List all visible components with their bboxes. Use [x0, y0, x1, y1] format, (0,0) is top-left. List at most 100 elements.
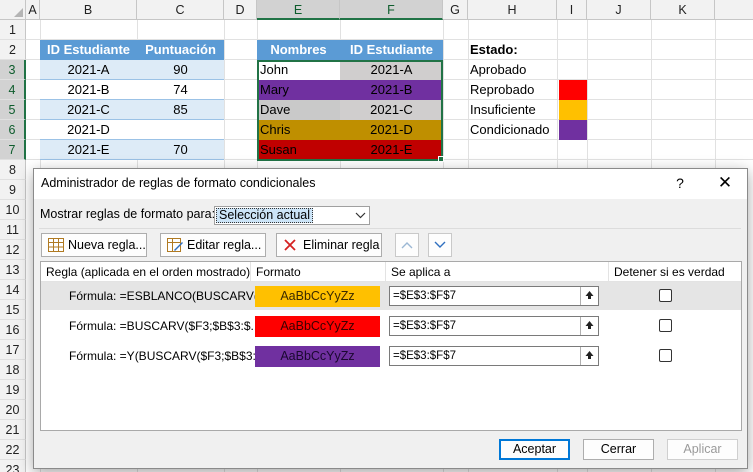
- table2-cell-name[interactable]: Dave: [257, 100, 340, 120]
- rule-formula: Fórmula: =BUSCARV($F3;$B$3:$...: [69, 319, 261, 333]
- accept-button[interactable]: Aceptar: [499, 439, 570, 460]
- collapse-dialog-icon[interactable]: [580, 317, 598, 335]
- format-preview: AaBbCcYyZz: [255, 316, 380, 337]
- dialog-titlebar[interactable]: Administrador de reglas de formato condi…: [34, 169, 747, 199]
- column-header-h[interactable]: H: [468, 0, 557, 20]
- table2-cell-id[interactable]: 2021-C: [340, 100, 443, 120]
- row-header-22[interactable]: 22: [0, 440, 26, 460]
- row-header-8[interactable]: 8: [0, 160, 26, 180]
- column-header-c[interactable]: C: [137, 0, 224, 20]
- row-header-16[interactable]: 16: [0, 320, 26, 340]
- row-header-21[interactable]: 21: [0, 420, 26, 440]
- rules-list: Regla (aplicada en el orden mostrado) Fo…: [40, 261, 742, 431]
- row-header-14[interactable]: 14: [0, 280, 26, 300]
- table2-cell-name[interactable]: Chris: [257, 120, 340, 140]
- row-header-12[interactable]: 12: [0, 240, 26, 260]
- row-header-23[interactable]: 23: [0, 460, 26, 472]
- table1-cell-id[interactable]: 2021-D: [40, 120, 137, 140]
- row-header-17[interactable]: 17: [0, 340, 26, 360]
- edit-rule-button[interactable]: Editar regla...: [160, 233, 266, 257]
- row-header-11[interactable]: 11: [0, 220, 26, 240]
- row-header-10[interactable]: 10: [0, 200, 26, 220]
- column-header-g[interactable]: G: [443, 0, 468, 20]
- rule-formula: Fórmula: =ESBLANCO(BUSCARV(...: [69, 289, 268, 303]
- table1-header-score[interactable]: Puntuación: [137, 40, 224, 60]
- column-header-b[interactable]: B: [40, 0, 137, 20]
- table1-cell-id[interactable]: 2021-E: [40, 140, 137, 160]
- row-header-2[interactable]: 2: [0, 40, 26, 60]
- table2-header-names[interactable]: Nombres: [257, 40, 340, 60]
- dialog-title: Administrador de reglas de formato condi…: [41, 176, 316, 190]
- table2-cell-name[interactable]: Mary: [257, 80, 340, 100]
- row-header-1[interactable]: 1: [0, 20, 26, 40]
- chevron-down-icon: [434, 241, 446, 248]
- row-header-19[interactable]: 19: [0, 380, 26, 400]
- table2-cell-name[interactable]: John: [257, 60, 340, 80]
- rule-row[interactable]: Fórmula: =Y(BUSCARV($F3;$B$3:... AaBbCcY…: [41, 342, 741, 370]
- row-header-3[interactable]: 3: [0, 60, 26, 80]
- new-rule-icon: [48, 238, 64, 252]
- table2-cell-id[interactable]: 2021-B: [340, 80, 443, 100]
- row-header-13[interactable]: 13: [0, 260, 26, 280]
- table1-cell-id[interactable]: 2021-B: [40, 80, 137, 100]
- rules-column-header: Regla (aplicada en el orden mostrado): [41, 262, 251, 282]
- table2-cell-id[interactable]: 2021-A: [340, 60, 443, 80]
- table1-cell-score[interactable]: 85: [137, 100, 224, 120]
- row-header-18[interactable]: 18: [0, 360, 26, 380]
- stop-if-true-checkbox[interactable]: [659, 319, 672, 332]
- stop-if-true-checkbox[interactable]: [659, 289, 672, 302]
- table1-cell-score[interactable]: 74: [137, 80, 224, 100]
- applies-to-input[interactable]: =$E$3:$F$7: [389, 346, 599, 366]
- column-header-k[interactable]: K: [651, 0, 715, 20]
- table2-cell-name[interactable]: Susan: [257, 140, 340, 160]
- move-up-button[interactable]: [395, 233, 419, 257]
- column-header-e[interactable]: E: [257, 0, 340, 20]
- help-button[interactable]: ?: [668, 171, 692, 195]
- new-rule-button[interactable]: Nueva regla...: [41, 233, 147, 257]
- row-header-9[interactable]: 9: [0, 180, 26, 200]
- row-header-20[interactable]: 20: [0, 400, 26, 420]
- column-header-l[interactable]: [715, 0, 753, 20]
- table2-cell-id[interactable]: 2021-D: [340, 120, 443, 140]
- close-icon[interactable]: ✕: [710, 171, 740, 195]
- applies-to-input[interactable]: =$E$3:$F$7: [389, 286, 599, 306]
- delete-rule-button[interactable]: Eliminar regla: [276, 233, 382, 257]
- table1-cell-score[interactable]: [137, 120, 224, 140]
- rule-row[interactable]: Fórmula: =BUSCARV($F3;$B$3:$... AaBbCcYy…: [41, 312, 741, 340]
- column-header-f[interactable]: F: [340, 0, 443, 20]
- table1-cell-score[interactable]: 90: [137, 60, 224, 80]
- table1-cell-score[interactable]: 70: [137, 140, 224, 160]
- table1-header-id[interactable]: ID Estudiante: [40, 40, 137, 60]
- row-header-6[interactable]: 6: [0, 120, 26, 140]
- column-header-i[interactable]: I: [557, 0, 587, 20]
- applies-to-input[interactable]: =$E$3:$F$7: [389, 316, 599, 336]
- row-header-4[interactable]: 4: [0, 80, 26, 100]
- table1-cell-id[interactable]: 2021-A: [40, 60, 137, 80]
- legend-label: Condicionado: [470, 122, 550, 137]
- column-header-d[interactable]: D: [224, 0, 257, 20]
- collapse-dialog-icon[interactable]: [580, 287, 598, 305]
- column-header-j[interactable]: J: [587, 0, 651, 20]
- select-all-corner[interactable]: [0, 0, 26, 20]
- new-rule-label: Nueva regla...: [68, 238, 146, 252]
- rule-formula: Fórmula: =Y(BUSCARV($F3;$B$3:...: [69, 349, 266, 363]
- close-button[interactable]: Cerrar: [583, 439, 654, 460]
- fill-handle[interactable]: [438, 156, 444, 162]
- row-header-7[interactable]: 7: [0, 140, 26, 160]
- legend-label: Aprobado: [470, 62, 527, 77]
- column-header-a[interactable]: A: [26, 0, 40, 20]
- applies-to-value: =$E$3:$F$7: [393, 290, 456, 302]
- table1-cell-id[interactable]: 2021-C: [40, 100, 137, 120]
- collapse-dialog-icon[interactable]: [580, 347, 598, 365]
- apply-button[interactable]: Aplicar: [667, 439, 738, 460]
- show-rules-label: Mostrar reglas de formato para:: [40, 207, 216, 221]
- table2-header-id[interactable]: ID Estudiante: [340, 40, 443, 60]
- row-header-5[interactable]: 5: [0, 100, 26, 120]
- stop-if-true-checkbox[interactable]: [659, 349, 672, 362]
- table2-cell-id[interactable]: 2021-E: [340, 140, 443, 160]
- rule-row[interactable]: Fórmula: =ESBLANCO(BUSCARV(... AaBbCcYyZ…: [41, 282, 741, 310]
- format-preview: AaBbCcYyZz: [255, 286, 380, 307]
- move-down-button[interactable]: [428, 233, 452, 257]
- show-rules-dropdown[interactable]: Selección actual: [214, 206, 370, 225]
- row-header-15[interactable]: 15: [0, 300, 26, 320]
